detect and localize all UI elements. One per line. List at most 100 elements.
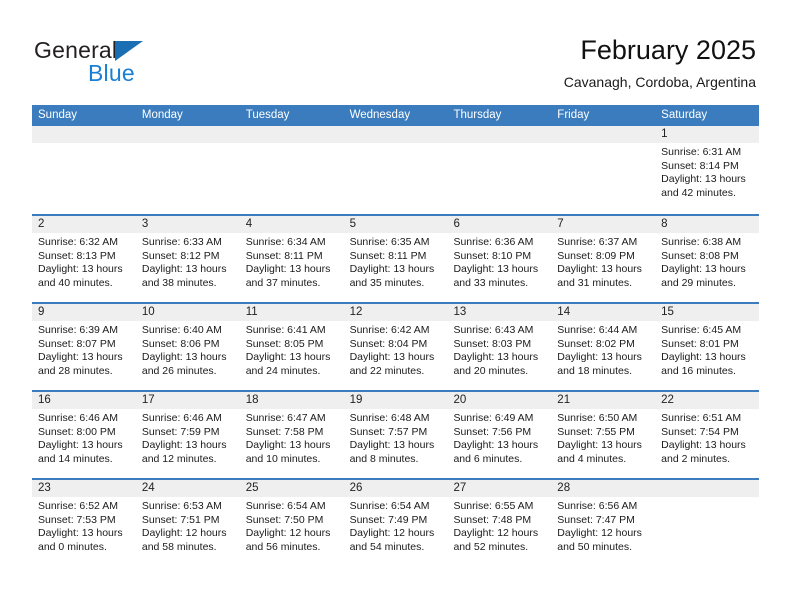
general-blue-logo[interactable]: General Blue (34, 37, 214, 87)
day-cell[interactable]: 2 Sunrise: 6:32 AM Sunset: 8:13 PM Dayli… (32, 216, 136, 302)
weekday-header-monday: Monday (141, 109, 183, 121)
day-cell[interactable] (343, 126, 448, 212)
day-cell[interactable] (655, 480, 760, 566)
sunrise-line: Sunrise: 6:32 AM (38, 236, 118, 248)
day-cell[interactable]: 23 Sunrise: 6:52 AM Sunset: 7:53 PM Dayl… (32, 480, 136, 566)
daylight-line-1: Daylight: 13 hours (38, 263, 123, 276)
day-cell[interactable]: 4 Sunrise: 6:34 AM Sunset: 8:11 PM Dayli… (239, 216, 344, 302)
day-cell[interactable]: 19 Sunrise: 6:48 AM Sunset: 7:57 PM Dayl… (343, 392, 448, 478)
day-details: Sunrise: 6:43 AM Sunset: 8:03 PM Dayligh… (447, 321, 551, 378)
daylight-line-1: Daylight: 13 hours (557, 351, 642, 364)
sunset-line: Sunset: 8:01 PM (661, 337, 739, 350)
sunrise-line: Sunrise: 6:54 AM (349, 500, 430, 512)
day-number (343, 126, 448, 143)
day-cell[interactable] (32, 126, 136, 212)
day-number (655, 480, 760, 497)
daylight-line-1: Daylight: 13 hours (245, 263, 331, 276)
weekday-header-friday: Friday (557, 109, 590, 121)
day-cell[interactable]: 28 Sunrise: 6:56 AM Sunset: 7:47 PM Dayl… (551, 480, 656, 566)
day-number (551, 126, 656, 143)
daylight-line-2: and 37 minutes. (245, 276, 321, 289)
sunset-line: Sunset: 8:13 PM (38, 249, 116, 262)
day-details: Sunrise: 6:56 AM Sunset: 7:47 PM Dayligh… (551, 497, 655, 554)
sunrise-line: Sunrise: 6:47 AM (245, 412, 326, 424)
day-details: Sunrise: 6:54 AM Sunset: 7:50 PM Dayligh… (240, 497, 344, 554)
day-cell[interactable]: 6 Sunrise: 6:36 AM Sunset: 8:10 PM Dayli… (447, 216, 552, 302)
sunset-line: Sunset: 8:07 PM (38, 337, 116, 350)
day-details: Sunrise: 6:44 AM Sunset: 8:02 PM Dayligh… (551, 321, 655, 378)
week-row: 9 Sunrise: 6:39 AM Sunset: 8:07 PM Dayli… (32, 302, 760, 390)
day-cell[interactable]: 10 Sunrise: 6:40 AM Sunset: 8:06 PM Dayl… (135, 304, 240, 390)
weekday-header-tuesday: Tuesday (245, 109, 290, 121)
week-row: 23 Sunrise: 6:52 AM Sunset: 7:53 PM Dayl… (32, 478, 760, 566)
day-cell[interactable]: 7 Sunrise: 6:37 AM Sunset: 8:09 PM Dayli… (551, 216, 656, 302)
daylight-line-2: and 18 minutes. (557, 364, 633, 377)
day-number: 24 (135, 480, 240, 497)
day-number: 8 (655, 216, 760, 233)
day-cell[interactable]: 9 Sunrise: 6:39 AM Sunset: 8:07 PM Dayli… (32, 304, 136, 390)
sunset-line: Sunset: 8:12 PM (141, 249, 220, 262)
weekday-header-wednesday: Wednesday (349, 109, 411, 121)
day-cell[interactable]: 24 Sunrise: 6:53 AM Sunset: 7:51 PM Dayl… (135, 480, 240, 566)
day-number: 20 (447, 392, 552, 409)
day-cell[interactable] (551, 126, 656, 212)
day-cell[interactable]: 20 Sunrise: 6:49 AM Sunset: 7:56 PM Dayl… (447, 392, 552, 478)
day-number: 23 (32, 480, 136, 497)
day-cell[interactable]: 27 Sunrise: 6:55 AM Sunset: 7:48 PM Dayl… (447, 480, 552, 566)
day-cell[interactable]: 18 Sunrise: 6:47 AM Sunset: 7:58 PM Dayl… (239, 392, 344, 478)
day-cell[interactable]: 14 Sunrise: 6:44 AM Sunset: 8:02 PM Dayl… (551, 304, 656, 390)
day-cell[interactable]: 12 Sunrise: 6:42 AM Sunset: 8:04 PM Dayl… (343, 304, 448, 390)
day-cell[interactable]: 17 Sunrise: 6:46 AM Sunset: 7:59 PM Dayl… (135, 392, 240, 478)
day-details: Sunrise: 6:40 AM Sunset: 8:06 PM Dayligh… (136, 321, 240, 378)
day-cell[interactable]: 1 Sunrise: 6:31 AM Sunset: 8:14 PM Dayli… (655, 126, 760, 212)
daylight-line-2: and 29 minutes. (661, 276, 736, 289)
sunset-line: Sunset: 8:11 PM (245, 249, 323, 262)
day-cell[interactable]: 5 Sunrise: 6:35 AM Sunset: 8:11 PM Dayli… (343, 216, 448, 302)
sunset-line: Sunset: 7:50 PM (245, 513, 324, 526)
sunset-line: Sunset: 7:56 PM (453, 425, 532, 438)
day-details: Sunrise: 6:45 AM Sunset: 8:01 PM Dayligh… (655, 321, 759, 378)
sunset-line: Sunset: 8:08 PM (661, 249, 739, 262)
sunset-line: Sunset: 8:06 PM (141, 337, 220, 350)
day-cell[interactable]: 26 Sunrise: 6:54 AM Sunset: 7:49 PM Dayl… (343, 480, 448, 566)
weekday-header-saturday: Saturday (661, 109, 708, 121)
sunset-line: Sunset: 7:51 PM (141, 513, 220, 526)
day-cell[interactable] (239, 126, 344, 212)
day-cell[interactable]: 3 Sunrise: 6:33 AM Sunset: 8:12 PM Dayli… (135, 216, 240, 302)
weekday-header-thursday: Thursday (453, 109, 502, 121)
day-details: Sunrise: 6:32 AM Sunset: 8:13 PM Dayligh… (32, 233, 136, 290)
day-cell[interactable] (447, 126, 552, 212)
daylight-line-1: Daylight: 13 hours (349, 439, 435, 452)
daylight-line-2: and 22 minutes. (349, 364, 425, 377)
day-cell[interactable]: 13 Sunrise: 6:43 AM Sunset: 8:03 PM Dayl… (447, 304, 552, 390)
sunrise-line: Sunrise: 6:35 AM (349, 236, 430, 248)
day-cell[interactable]: 25 Sunrise: 6:54 AM Sunset: 7:50 PM Dayl… (239, 480, 344, 566)
daylight-line-2: and 35 minutes. (349, 276, 425, 289)
daylight-line-1: Daylight: 13 hours (38, 439, 123, 452)
daylight-line-1: Daylight: 13 hours (349, 351, 435, 364)
daylight-line-1: Daylight: 13 hours (453, 263, 539, 276)
day-details: Sunrise: 6:49 AM Sunset: 7:56 PM Dayligh… (447, 409, 551, 466)
daylight-line-1: Daylight: 12 hours (141, 527, 227, 540)
day-cell[interactable]: 15 Sunrise: 6:45 AM Sunset: 8:01 PM Dayl… (655, 304, 760, 390)
day-number: 6 (447, 216, 552, 233)
day-cell[interactable]: 16 Sunrise: 6:46 AM Sunset: 8:00 PM Dayl… (32, 392, 136, 478)
day-cell[interactable]: 11 Sunrise: 6:41 AM Sunset: 8:05 PM Dayl… (239, 304, 344, 390)
day-number: 19 (343, 392, 448, 409)
day-number: 17 (135, 392, 240, 409)
daylight-line-2: and 54 minutes. (349, 540, 425, 553)
day-number: 15 (655, 304, 760, 321)
daylight-line-2: and 26 minutes. (141, 364, 217, 377)
sunrise-line: Sunrise: 6:44 AM (557, 324, 638, 336)
daylight-line-2: and 8 minutes. (349, 452, 419, 465)
day-cell[interactable]: 22 Sunrise: 6:51 AM Sunset: 7:54 PM Dayl… (655, 392, 760, 478)
daylight-line-2: and 52 minutes. (453, 540, 529, 553)
day-cell[interactable]: 8 Sunrise: 6:38 AM Sunset: 8:08 PM Dayli… (655, 216, 760, 302)
day-number: 18 (239, 392, 344, 409)
day-cell[interactable] (135, 126, 240, 212)
day-number: 5 (343, 216, 448, 233)
day-number: 22 (655, 392, 760, 409)
daylight-line-2: and 2 minutes. (661, 452, 731, 465)
daylight-line-2: and 38 minutes. (141, 276, 217, 289)
day-cell[interactable]: 21 Sunrise: 6:50 AM Sunset: 7:55 PM Dayl… (551, 392, 656, 478)
